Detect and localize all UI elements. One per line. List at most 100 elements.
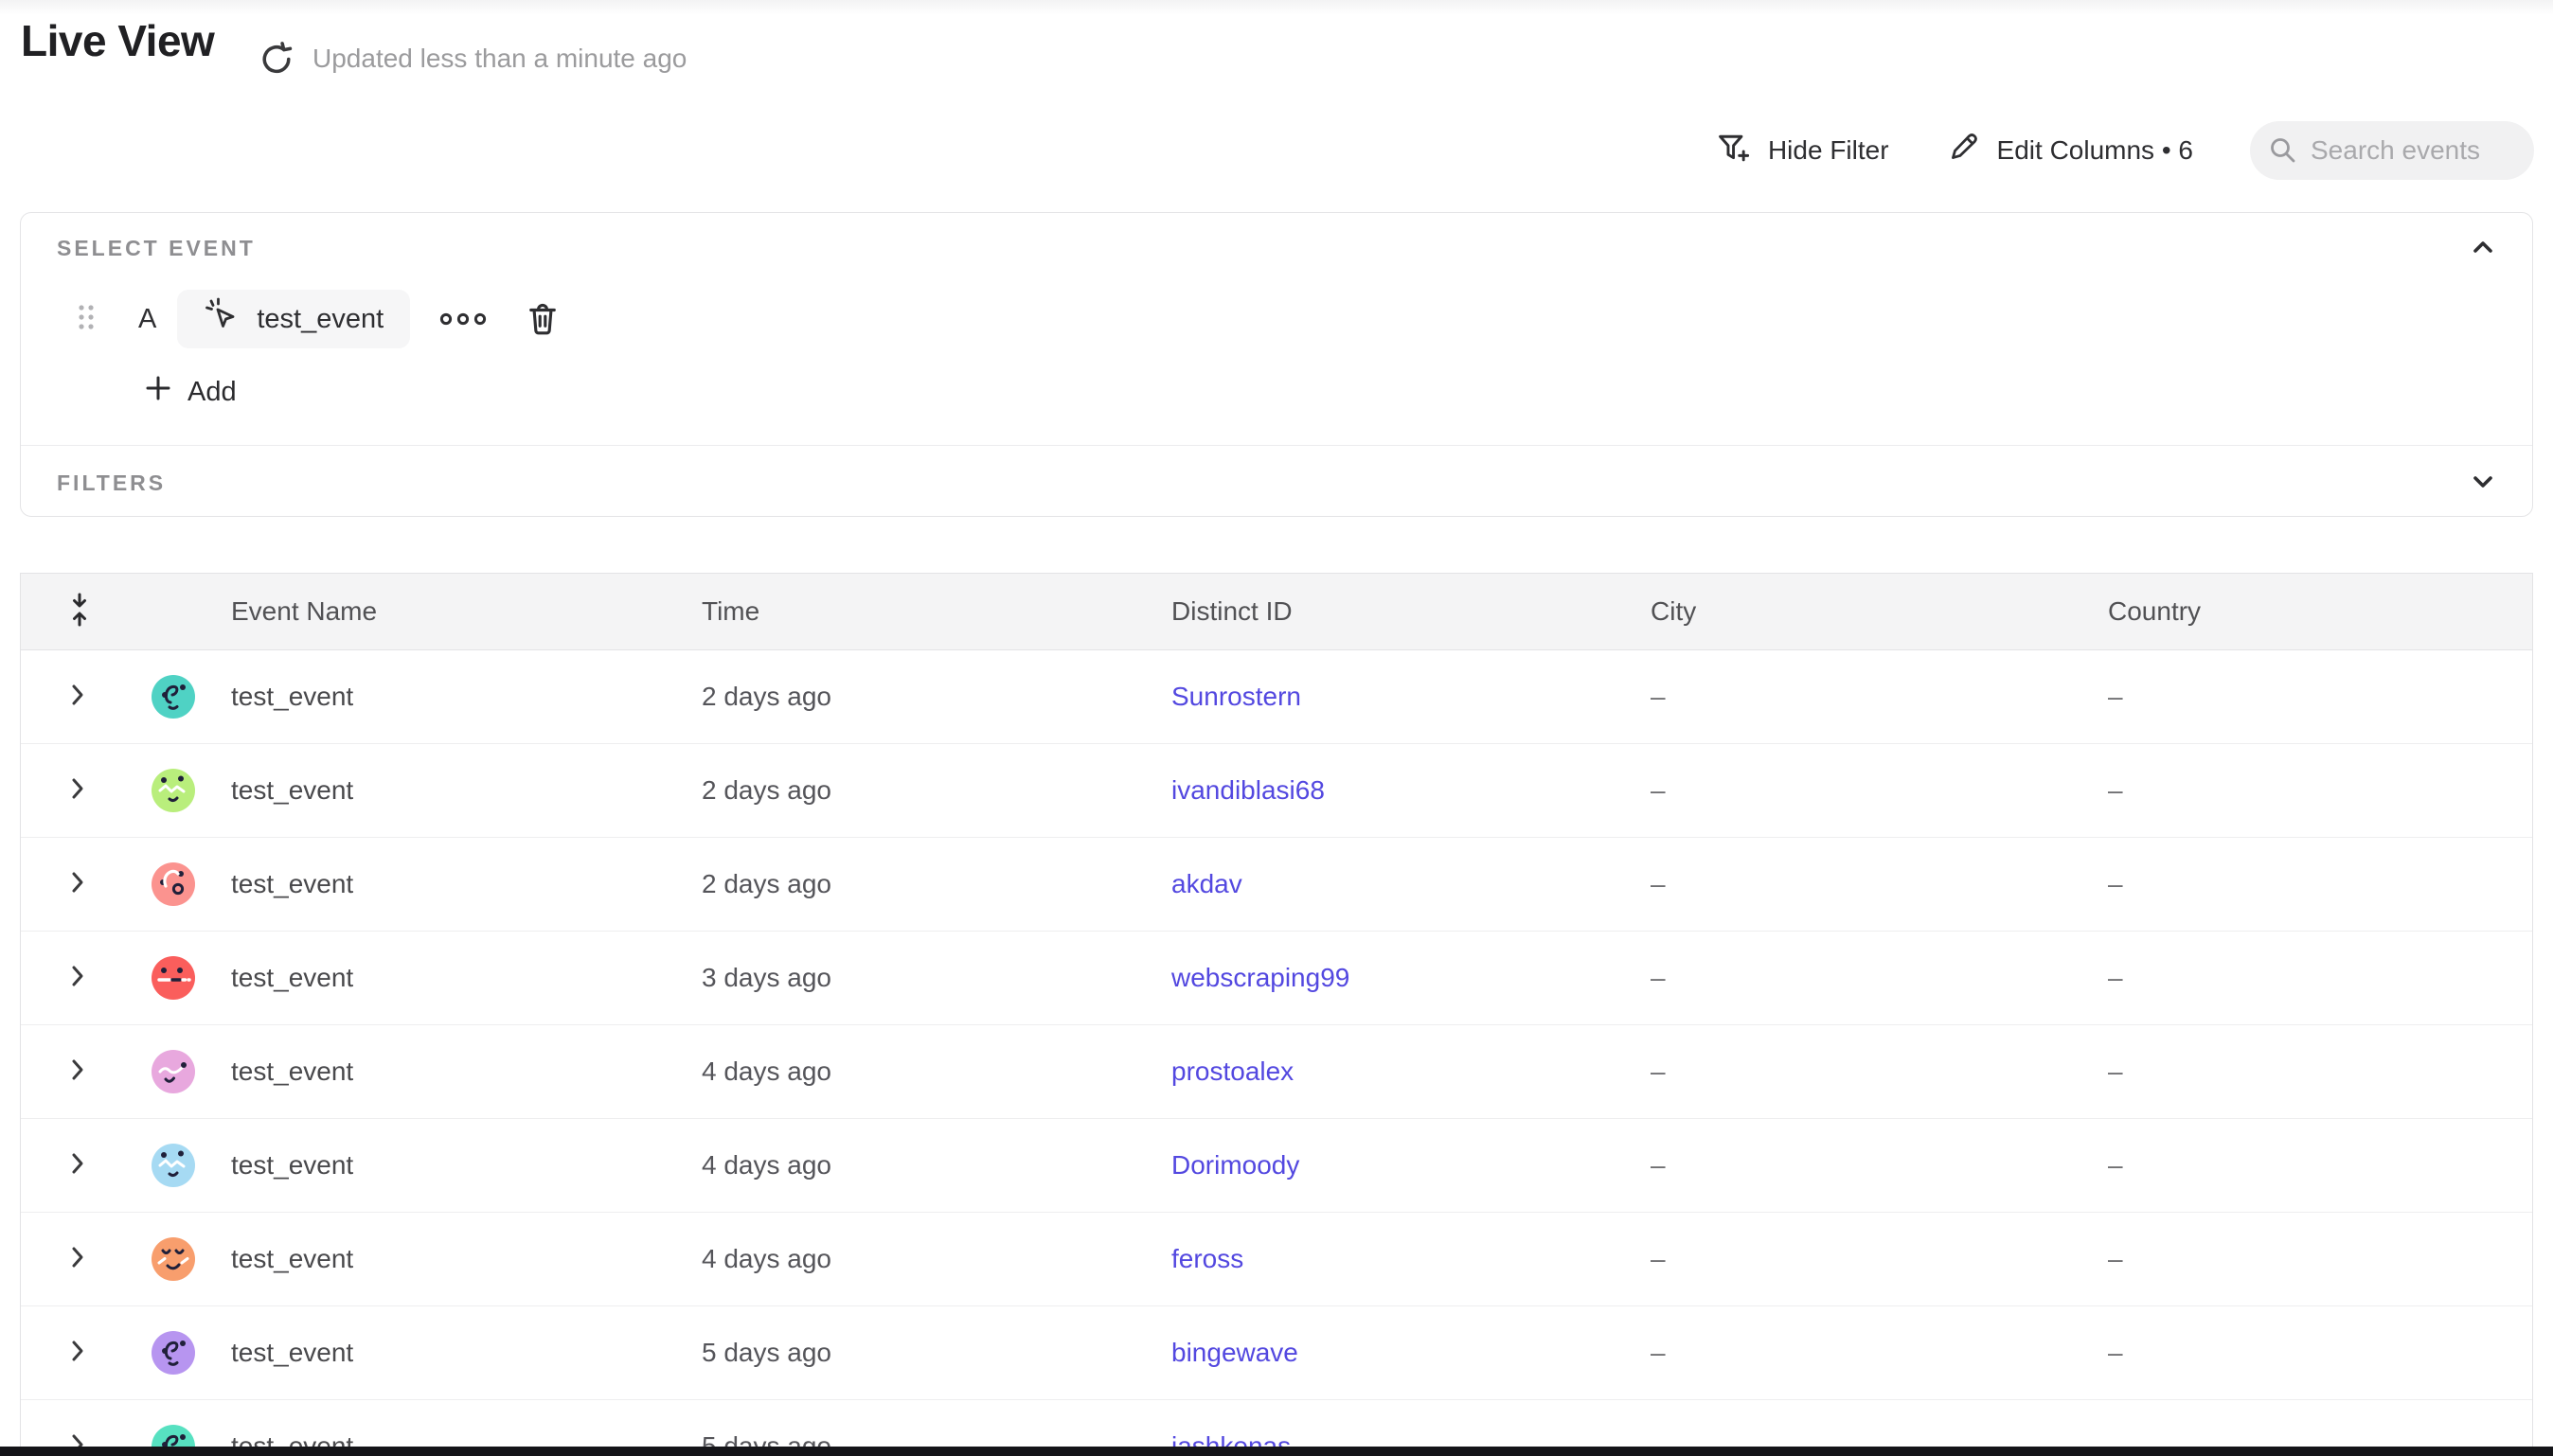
table-row: test_event 2 days ago Sunrostern – – <box>21 650 2532 744</box>
avatar-cell <box>116 1144 231 1187</box>
event-name-cell: test_event <box>231 1244 702 1274</box>
city-cell: – <box>1651 775 2108 806</box>
table-row: test_event 2 days ago ivandiblasi68 – – <box>21 744 2532 838</box>
page-title: Live View <box>21 15 214 66</box>
distinct-id-link[interactable]: webscraping99 <box>1171 963 1651 993</box>
header-event-name: Event Name <box>231 596 702 627</box>
city-cell: – <box>1651 869 2108 899</box>
header-city: City <box>1651 596 2108 627</box>
delete-event-button[interactable] <box>526 301 560 337</box>
country-cell: – <box>2108 1244 2532 1274</box>
last-updated-text: Updated less than a minute ago <box>312 44 687 74</box>
table-row: test_event 4 days ago feross – – <box>21 1213 2532 1306</box>
expand-row-button[interactable] <box>21 683 116 712</box>
avatar <box>152 1050 195 1093</box>
chevron-right-icon <box>70 776 85 806</box>
expand-row-button[interactable] <box>21 1339 116 1368</box>
time-cell: 4 days ago <box>702 1244 1171 1274</box>
expand-row-button[interactable] <box>21 964 116 993</box>
chevron-right-icon <box>70 1151 85 1181</box>
refresh-icon <box>258 65 295 81</box>
collapse-section-button[interactable] <box>2466 230 2500 264</box>
plus-icon <box>144 374 172 410</box>
avatar <box>152 862 195 906</box>
select-event-label: SELECT EVENT <box>57 236 256 261</box>
window-top-edge <box>0 0 2553 15</box>
header-time: Time <box>702 596 1171 627</box>
window-bottom-edge <box>0 1447 2553 1456</box>
hide-filter-button[interactable]: Hide Filter <box>1715 130 1889 172</box>
avatar <box>152 1144 195 1187</box>
chevron-right-icon <box>70 870 85 899</box>
avatar-cell <box>116 675 231 719</box>
edit-columns-button[interactable]: Edit Columns • 6 <box>1946 131 2193 171</box>
chevron-right-icon <box>70 683 85 712</box>
expand-filters-button[interactable] <box>2466 465 2500 499</box>
header-country: Country <box>2108 596 2532 627</box>
table-header-row: Event Name Time Distinct ID City Country <box>21 574 2532 650</box>
event-query-row: A test_event <box>21 289 560 349</box>
collapse-rows-icon <box>68 592 91 632</box>
distinct-id-link[interactable]: ivandiblasi68 <box>1171 775 1651 806</box>
event-name-cell: test_event <box>231 963 702 993</box>
distinct-id-link[interactable]: prostoalex <box>1171 1056 1651 1087</box>
distinct-id-link[interactable]: feross <box>1171 1244 1651 1274</box>
country-cell: – <box>2108 1056 2532 1087</box>
avatar <box>152 675 195 719</box>
expand-row-button[interactable] <box>21 870 116 899</box>
city-cell: – <box>1651 1056 2108 1087</box>
edit-columns-label: Edit Columns • 6 <box>1997 135 2193 166</box>
expand-row-button[interactable] <box>21 1245 116 1274</box>
city-cell: – <box>1651 1150 2108 1181</box>
add-label: Add <box>187 377 237 408</box>
events-table: Event Name Time Distinct ID City Country… <box>20 573 2533 1456</box>
distinct-id-link[interactable]: bingewave <box>1171 1338 1651 1368</box>
collapse-all-button[interactable] <box>21 592 116 632</box>
event-selector-button[interactable]: test_event <box>177 290 410 348</box>
city-cell: – <box>1651 682 2108 712</box>
time-cell: 4 days ago <box>702 1056 1171 1087</box>
avatar-cell <box>116 1050 231 1093</box>
distinct-id-link[interactable]: akdav <box>1171 869 1651 899</box>
expand-row-button[interactable] <box>21 1057 116 1087</box>
search-input[interactable] <box>2250 121 2534 180</box>
avatar-cell <box>116 1331 231 1375</box>
avatar <box>152 1331 195 1375</box>
distinct-id-link[interactable]: Dorimoody <box>1171 1150 1651 1181</box>
drag-handle-icon[interactable] <box>76 301 97 338</box>
avatar <box>152 769 195 812</box>
avatar-cell <box>116 769 231 812</box>
city-cell: – <box>1651 1338 2108 1368</box>
time-cell: 2 days ago <box>702 682 1171 712</box>
add-event-button[interactable]: Add <box>144 374 237 410</box>
chevron-right-icon <box>70 1245 85 1274</box>
city-cell: – <box>1651 1244 2108 1274</box>
avatar-cell <box>116 862 231 906</box>
table-row: test_event 2 days ago akdav – – <box>21 838 2532 932</box>
hide-filter-label: Hide Filter <box>1768 135 1889 166</box>
expand-row-button[interactable] <box>21 1151 116 1181</box>
more-options-button[interactable] <box>438 311 488 327</box>
expand-row-button[interactable] <box>21 776 116 806</box>
chevron-right-icon <box>70 964 85 993</box>
city-cell: – <box>1651 963 2108 993</box>
refresh-button[interactable] <box>258 40 295 78</box>
select-event-section: SELECT EVENT A <box>21 213 2532 445</box>
country-cell: – <box>2108 1338 2532 1368</box>
toolbar: Hide Filter Edit Columns • 6 <box>1715 121 2534 180</box>
table-row: test_event 5 days ago bingewave – – <box>21 1306 2532 1400</box>
filters-section: FILTERS <box>21 445 2532 518</box>
header-distinct-id: Distinct ID <box>1171 596 1651 627</box>
event-click-icon <box>204 296 241 342</box>
event-name-cell: test_event <box>231 682 702 712</box>
country-cell: – <box>2108 1150 2532 1181</box>
distinct-id-link[interactable]: Sunrostern <box>1171 682 1651 712</box>
filter-plus-icon <box>1715 130 1751 172</box>
avatar-cell <box>116 1237 231 1281</box>
event-name-cell: test_event <box>231 1056 702 1087</box>
filters-label: FILTERS <box>57 471 166 496</box>
table-row: test_event 4 days ago Dorimoody – – <box>21 1119 2532 1213</box>
country-cell: – <box>2108 963 2532 993</box>
time-cell: 3 days ago <box>702 963 1171 993</box>
avatar <box>152 956 195 1000</box>
